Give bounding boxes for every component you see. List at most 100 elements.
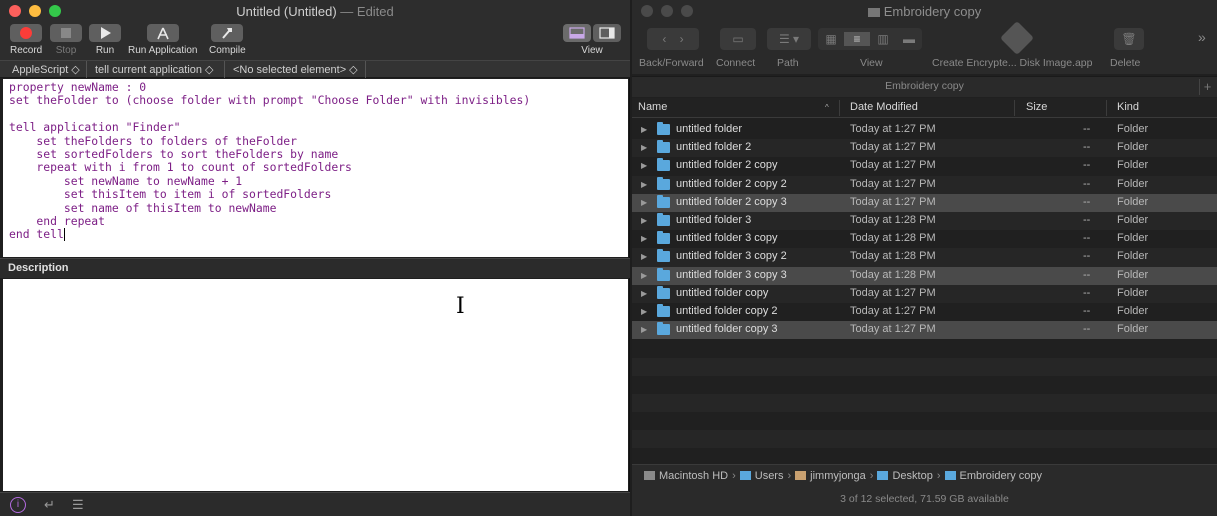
- disclosure-triangle-icon[interactable]: ▶: [641, 198, 647, 207]
- list-item[interactable]: ▶ untitled folder 3 copy Today at 1:28 PM -…: [632, 230, 1217, 248]
- item-name: untitled folder copy 2: [676, 304, 778, 317]
- item-size: --: [1083, 323, 1091, 336]
- split-right-icon: [599, 27, 615, 39]
- path-separator-icon: ›: [787, 470, 792, 482]
- back-forward-buttons[interactable]: ‹ ›: [647, 28, 699, 50]
- disclosure-triangle-icon[interactable]: ▶: [641, 180, 647, 189]
- disclosure-triangle-icon[interactable]: ▶: [641, 216, 647, 225]
- disclosure-triangle-icon[interactable]: ▶: [641, 143, 647, 152]
- disclosure-triangle-icon[interactable]: ▶: [641, 307, 647, 316]
- navigation-bar: AppleScript ◇ tell current application ◇…: [0, 60, 630, 78]
- description-header: Description: [0, 258, 630, 278]
- empty-row: [632, 339, 1217, 358]
- list-item[interactable]: ▶ untitled folder 3 Today at 1:28 PM -- Fold…: [632, 211, 1217, 231]
- disclosure-triangle-icon[interactable]: ▶: [641, 325, 647, 334]
- element-popup[interactable]: <No selected element> ◇: [233, 63, 358, 76]
- list-icon[interactable]: ☰: [72, 497, 84, 513]
- column-header: Name ^ Date Modified Size Kind: [632, 98, 1217, 118]
- language-popup[interactable]: AppleScript ◇: [12, 63, 80, 76]
- folder-icon: [657, 322, 670, 336]
- text-cursor-icon: I: [456, 294, 465, 319]
- home-icon: [795, 471, 807, 480]
- toolbar-overflow-icon[interactable]: »: [1198, 29, 1206, 45]
- list-item[interactable]: ▶ untitled folder copy 3 Today at 1:27 PM -…: [632, 321, 1217, 340]
- disclosure-triangle-icon[interactable]: ▶: [641, 234, 647, 243]
- title-bar: Untitled (Untitled) — Edited: [0, 0, 630, 22]
- list-item[interactable]: ▶ untitled folder 2 Today at 1:27 PM -- Fold…: [632, 139, 1217, 158]
- column-view-icon[interactable]: ▥: [870, 32, 896, 46]
- stop-button[interactable]: Stop: [50, 24, 82, 56]
- list-item[interactable]: ▶ untitled folder 3 copy 3 Today at 1:28 P…: [632, 266, 1217, 285]
- folder-icon: [739, 471, 751, 480]
- target-popup[interactable]: tell current application ◇: [95, 63, 214, 76]
- view-label: View: [581, 45, 603, 56]
- path-separator-icon: ›: [732, 470, 736, 482]
- empty-row: [632, 375, 1217, 394]
- disclosure-triangle-icon[interactable]: ▶: [641, 252, 647, 261]
- info-icon[interactable]: i: [10, 497, 26, 513]
- view-label: View: [860, 57, 883, 69]
- view-control[interactable]: View: [563, 24, 621, 56]
- disclosure-triangle-icon[interactable]: ▶: [641, 271, 647, 280]
- list-item[interactable]: ▶ untitled folder 2 copy 2 Today at 1:27 P…: [632, 175, 1217, 194]
- disclosure-triangle-icon[interactable]: ▶: [641, 289, 647, 298]
- delete-button[interactable]: 🗑: [1114, 28, 1144, 50]
- hammer-icon: [222, 28, 233, 39]
- path-item[interactable]: Macintosh HD: [644, 470, 728, 482]
- list-item[interactable]: ▶ untitled folder copy 2 Today at 1:27 PM -…: [632, 303, 1217, 321]
- item-name: untitled folder copy: [676, 286, 769, 299]
- toolbar: Record Stop Run Run Application Compile …: [0, 22, 630, 60]
- chevron-right-icon[interactable]: ›: [680, 32, 684, 46]
- disk-image-app-icon[interactable]: [1000, 21, 1034, 55]
- disclosure-triangle-icon[interactable]: ▶: [641, 125, 647, 134]
- window-title: Untitled (Untitled) — Edited: [236, 4, 394, 19]
- name-column-header[interactable]: Name: [638, 101, 667, 113]
- record-button[interactable]: Record: [10, 24, 42, 56]
- file-list: ▶ untitled folder Today at 1:27 PM -- Folder…: [632, 121, 1217, 467]
- view-split-right-button[interactable]: [593, 24, 621, 42]
- list-item[interactable]: ▶ untitled folder 2 copy 3 Today at 1:27 P…: [632, 193, 1217, 212]
- run-application-button[interactable]: Run Application: [128, 24, 198, 56]
- disclosure-triangle-icon[interactable]: ▶: [641, 161, 647, 170]
- script-editor-text[interactable]: property newName : 0 set theFolder to (c…: [3, 79, 628, 257]
- connect-label: Connect: [716, 57, 756, 69]
- add-tab-button[interactable]: +: [1199, 79, 1215, 95]
- script-code: property newName : 0 set theFolder to (c…: [9, 80, 531, 242]
- path-item[interactable]: Embroidery copy: [944, 470, 1042, 482]
- item-name: untitled folder 2 copy 3: [676, 195, 787, 208]
- list-item[interactable]: ▶ untitled folder 2 copy Today at 1:27 PM -…: [632, 157, 1217, 175]
- date-modified-column-header[interactable]: Date Modified: [850, 101, 918, 113]
- chevron-left-icon[interactable]: ‹: [662, 32, 666, 46]
- gallery-view-icon[interactable]: ▬: [896, 32, 922, 46]
- finder-title-bar: Embroidery copy: [632, 0, 1217, 22]
- item-date: Today at 1:27 PM: [850, 123, 936, 135]
- item-date: Today at 1:27 PM: [850, 195, 936, 208]
- view-split-bottom-button[interactable]: [563, 24, 591, 42]
- finder-toolbar: ‹ › Back/Forward ▭ Connect ☰ ▾ Path ▦ ≡ …: [632, 21, 1217, 74]
- item-date: Today at 1:27 PM: [850, 286, 936, 299]
- path-item[interactable]: Desktop: [877, 470, 933, 482]
- kind-column-header[interactable]: Kind: [1117, 101, 1139, 113]
- run-label: Run: [95, 45, 115, 56]
- empty-row: [632, 394, 1217, 412]
- create-encrypted-label: Create Encrypte... Disk Image.app: [932, 57, 1093, 69]
- return-arrow-icon[interactable]: ↵: [44, 497, 55, 513]
- item-date: Today at 1:28 PM: [850, 213, 936, 226]
- item-size: --: [1083, 177, 1091, 190]
- run-button[interactable]: Run: [89, 24, 121, 56]
- record-label: Record: [10, 45, 43, 56]
- list-item[interactable]: ▶ untitled folder 3 copy 2 Today at 1:28 P…: [632, 248, 1217, 267]
- connect-button[interactable]: ▭: [720, 28, 756, 50]
- size-column-header[interactable]: Size: [1026, 101, 1047, 113]
- path-button[interactable]: ☰ ▾: [767, 28, 811, 50]
- list-item[interactable]: ▶ untitled folder Today at 1:27 PM -- Folder: [632, 121, 1217, 139]
- path-item[interactable]: Users: [739, 470, 783, 482]
- list-item[interactable]: ▶ untitled folder copy Today at 1:27 PM -- F…: [632, 284, 1217, 303]
- compile-button[interactable]: Compile: [209, 24, 246, 56]
- item-date: Today at 1:27 PM: [850, 304, 936, 317]
- view-segmented-control[interactable]: ▦ ≡ ▥ ▬: [818, 28, 922, 50]
- list-view-icon[interactable]: ≡: [844, 32, 870, 46]
- description-area[interactable]: [3, 279, 628, 491]
- path-item[interactable]: jimmyjonga: [795, 470, 866, 482]
- icon-view-icon[interactable]: ▦: [818, 32, 844, 46]
